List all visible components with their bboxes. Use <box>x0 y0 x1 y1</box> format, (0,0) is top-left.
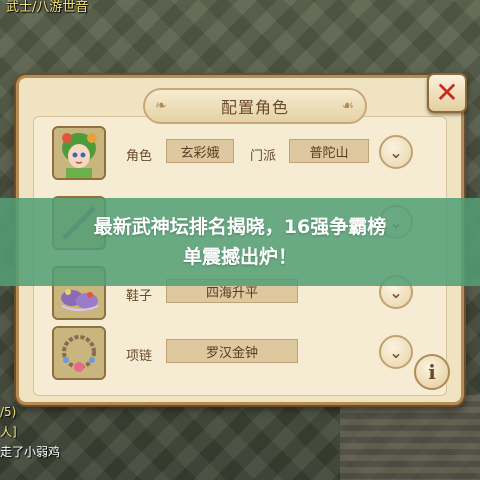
necklace-icon <box>54 328 104 378</box>
headline-line-1: 最新武神坛排名揭晓，16强争霸榜 <box>93 216 387 238</box>
close-x-icon: ✕ <box>435 76 459 109</box>
panel-title: 配置角色 <box>220 98 289 117</box>
chat-line: 人] <box>0 425 17 439</box>
scene-stairs <box>340 395 480 480</box>
panel-title-banner: ❧ 配置角色 ☙ <box>143 88 367 124</box>
sect-label: 门派 <box>250 149 277 164</box>
chevron-down-button[interactable]: ⌄ <box>379 335 413 369</box>
scene-top-text: 武士/八游世音 <box>6 0 89 15</box>
chat-log: /5) 人] 走了小弱鸡 <box>0 402 60 462</box>
headline-banner: 最新武神坛排名揭晓，16强争霸榜 单震撼出炉！ <box>0 198 480 286</box>
chat-line: /5) <box>0 405 17 419</box>
character-portrait-slot[interactable] <box>52 126 106 180</box>
swirl-ornament-icon: ☙ <box>341 98 355 114</box>
chevron-down-button[interactable]: ⌄ <box>379 135 413 169</box>
row-necklace: 项链 罗汉金钟 ⌄ <box>0 326 480 386</box>
info-button[interactable]: i <box>414 354 450 390</box>
chat-line: 走了小弱鸡 <box>0 445 61 459</box>
necklace-value: 罗汉金钟 <box>166 339 298 363</box>
sect-value: 普陀山 <box>289 139 369 163</box>
swirl-ornament-icon: ❧ <box>155 98 168 114</box>
close-button[interactable]: ✕ <box>427 73 467 113</box>
character-portrait-icon <box>54 128 104 178</box>
role-label: 角色 <box>126 149 153 164</box>
row-character: 角色 玄彩娥 门派 普陀山 ⌄ <box>0 126 480 186</box>
necklace-label: 项链 <box>126 349 153 364</box>
chevron-down-icon: ⌄ <box>389 342 403 362</box>
headline-line-2: 单震撼出炉！ <box>182 246 297 268</box>
role-value: 玄彩娥 <box>166 139 234 163</box>
necklace-slot[interactable] <box>52 326 106 380</box>
info-icon: i <box>428 360 436 384</box>
chevron-down-icon: ⌄ <box>389 142 403 162</box>
shoes-label: 鞋子 <box>126 289 153 304</box>
